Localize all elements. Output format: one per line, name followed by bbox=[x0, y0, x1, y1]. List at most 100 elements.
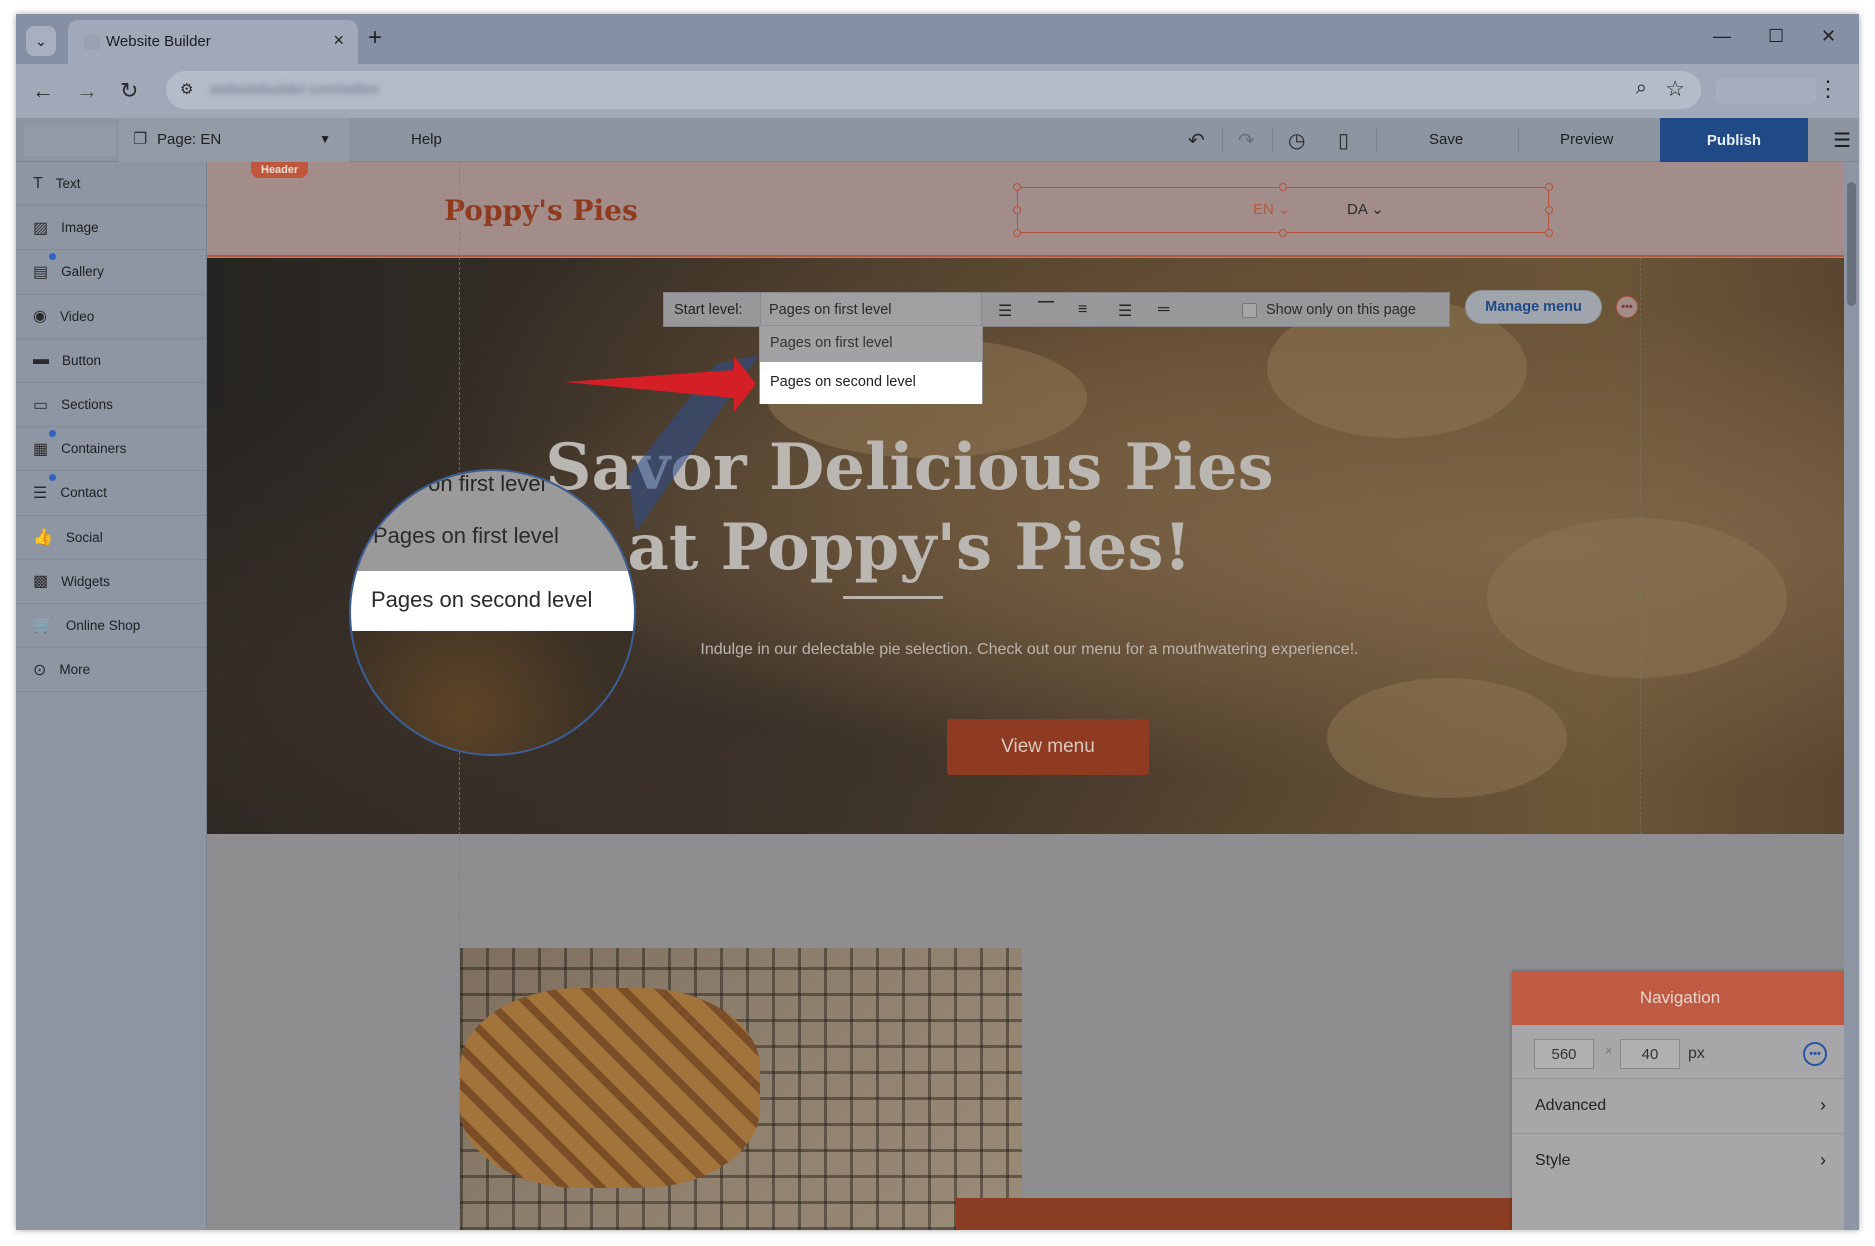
help-link[interactable]: Help bbox=[411, 131, 442, 148]
hero-title[interactable]: Savor Delicious Pies at Poppy's Pies! bbox=[537, 428, 1282, 588]
sidebar-item-text[interactable]: T Text bbox=[16, 162, 206, 207]
canvas-scrollbar[interactable] bbox=[1844, 162, 1859, 1230]
url-text: websitebuilder.com/editor bbox=[210, 81, 380, 98]
sidebar-item-containers[interactable]: ▦ Containers bbox=[16, 427, 206, 472]
sidebar-item-more[interactable]: ⊙ More bbox=[16, 648, 206, 693]
maximize-button[interactable]: ☐ bbox=[1768, 26, 1784, 47]
start-level-select[interactable]: Pages on first level bbox=[760, 293, 982, 326]
sidebar-item-label: More bbox=[59, 662, 91, 678]
height-input[interactable]: 40 bbox=[1620, 1039, 1680, 1069]
panel-more-icon[interactable]: ••• bbox=[1803, 1042, 1827, 1066]
view-menu-button[interactable]: View menu bbox=[947, 719, 1149, 775]
hero-subtitle[interactable]: Indulge in our delectable pie selection.… bbox=[687, 636, 1372, 663]
pie-crust-shape bbox=[1487, 518, 1787, 678]
show-only-checkbox[interactable] bbox=[1242, 303, 1257, 318]
sidebar-item-label: Contact bbox=[60, 485, 107, 501]
sidebar-item-image[interactable]: ▨ Image bbox=[16, 206, 206, 251]
header-badge[interactable]: Header bbox=[251, 162, 309, 178]
hero-divider bbox=[843, 596, 943, 599]
notification-dot bbox=[49, 252, 56, 260]
start-level-value: Pages on first level bbox=[769, 302, 892, 318]
resize-handle[interactable] bbox=[1013, 206, 1021, 214]
history-icon[interactable]: ◷ bbox=[1288, 128, 1305, 153]
mobile-view-icon[interactable]: ▯ bbox=[1338, 128, 1349, 153]
hamburger-menu-icon[interactable]: ☰ bbox=[1833, 128, 1851, 153]
lattice-pie-image bbox=[460, 988, 760, 1188]
sidebar-item-contact[interactable]: ☰ Contact bbox=[16, 471, 206, 516]
layout-guide-line bbox=[1640, 258, 1641, 834]
resize-handle[interactable] bbox=[1279, 183, 1287, 191]
url-field[interactable]: ⚙ websitebuilder.com/editor ⌕ ☆ bbox=[166, 71, 1701, 109]
resize-handle[interactable] bbox=[1545, 206, 1553, 214]
magnified-option-second: Pages on second level bbox=[371, 587, 593, 612]
navigation-toolbar: Start level: Pages on first level ☰ ⎺ ≡ … bbox=[663, 292, 1450, 327]
site-settings-icon[interactable]: ⚙ bbox=[180, 80, 193, 98]
sidebar-item-button[interactable]: ▬ Button bbox=[16, 339, 206, 383]
redo-icon[interactable]: ↷ bbox=[1238, 128, 1255, 153]
nav-item-da[interactable]: DA ⌄ bbox=[1347, 200, 1384, 218]
element-sidebar: T Text ▨ Image ▤ Gallery ◉ Video ▬ Button ▭ Section… bbox=[16, 162, 207, 1230]
tab-close-icon[interactable]: × bbox=[333, 30, 344, 51]
sidebar-item-widgets[interactable]: ▩ Widgets bbox=[16, 560, 206, 604]
nav-item-en[interactable]: EN ⌄ bbox=[1253, 200, 1291, 218]
sidebar-item-social[interactable]: 👍 Social bbox=[16, 516, 206, 560]
advanced-row[interactable]: Advanced › bbox=[1512, 1078, 1848, 1133]
site-header[interactable]: Header Poppy's Pies EN ⌄ DA ⌄ bbox=[207, 162, 1844, 257]
new-tab-button[interactable]: + bbox=[368, 24, 382, 52]
page-selector[interactable]: ❐ Page: EN ▼ bbox=[119, 118, 349, 162]
browser-tab[interactable]: Website Builder × bbox=[68, 20, 358, 64]
close-window-button[interactable]: ✕ bbox=[1821, 26, 1836, 47]
gallery-icon: ▤ bbox=[33, 263, 49, 281]
bookmark-star-icon[interactable]: ☆ bbox=[1665, 76, 1685, 102]
publish-button[interactable]: Publish bbox=[1660, 118, 1808, 162]
layout-horizontal-icon[interactable]: ⎺ bbox=[1038, 301, 1054, 319]
page-selector-label: Page: EN bbox=[157, 131, 222, 148]
align-left-icon[interactable]: ☰ bbox=[998, 301, 1012, 321]
notification-dot bbox=[49, 429, 56, 437]
sidebar-item-video[interactable]: ◉ Video bbox=[16, 295, 206, 339]
reload-icon[interactable]: ↻ bbox=[120, 78, 138, 104]
preview-button[interactable]: Preview bbox=[1560, 131, 1613, 148]
manage-menu-button[interactable]: Manage menu bbox=[1465, 290, 1602, 324]
toolbar-divider bbox=[1376, 128, 1377, 152]
zoom-icon[interactable]: ⌕ bbox=[1636, 77, 1647, 100]
justify-icon[interactable]: ═ bbox=[1158, 301, 1169, 319]
site-brand[interactable]: Poppy's Pies bbox=[444, 194, 638, 227]
sidebar-item-gallery[interactable]: ▤ Gallery bbox=[16, 250, 206, 295]
video-icon: ◉ bbox=[33, 308, 47, 326]
style-row[interactable]: Style › bbox=[1512, 1133, 1848, 1188]
toolbar-divider bbox=[1222, 128, 1223, 152]
save-button[interactable]: Save bbox=[1429, 131, 1463, 148]
social-icon: 👍 bbox=[33, 529, 53, 547]
align-center-icon[interactable]: ≡ bbox=[1078, 301, 1087, 319]
browser-menu-icon[interactable]: ⋮ bbox=[1817, 76, 1839, 102]
profile-area[interactable] bbox=[1716, 78, 1816, 104]
panel-title: Navigation bbox=[1512, 971, 1848, 1025]
scrollbar-thumb[interactable] bbox=[1847, 182, 1856, 306]
magnified-option-first: Pages on first level bbox=[373, 523, 559, 548]
containers-icon: ▦ bbox=[33, 440, 49, 458]
button-icon: ▬ bbox=[33, 351, 49, 369]
sidebar-item-label: Containers bbox=[61, 441, 127, 457]
sidebar-item-sections[interactable]: ▭ Sections bbox=[16, 383, 206, 428]
tab-list-button[interactable]: ⌄ bbox=[26, 26, 56, 56]
resize-handle[interactable] bbox=[1545, 183, 1553, 191]
resize-handle[interactable] bbox=[1013, 229, 1021, 237]
option-pages-first-level[interactable]: Pages on first level bbox=[760, 326, 982, 362]
resize-handle[interactable] bbox=[1545, 229, 1553, 237]
resize-handle[interactable] bbox=[1013, 183, 1021, 191]
forward-arrow-icon[interactable]: → bbox=[76, 78, 98, 104]
more-options-icon[interactable]: ••• bbox=[1616, 296, 1638, 318]
resize-handle[interactable] bbox=[1279, 229, 1287, 237]
text-icon: T bbox=[33, 174, 43, 192]
cart-icon: 🛒 bbox=[33, 617, 53, 635]
width-input[interactable]: 560 bbox=[1534, 1039, 1594, 1069]
back-arrow-icon[interactable]: ← bbox=[32, 78, 54, 104]
minimize-button[interactable]: — bbox=[1713, 26, 1731, 47]
sidebar-item-online-shop[interactable]: 🛒 Online Shop bbox=[16, 604, 206, 649]
option-pages-second-level[interactable]: Pages on second level bbox=[760, 362, 982, 404]
undo-icon[interactable]: ↶ bbox=[1188, 128, 1205, 153]
align-right-icon[interactable]: ☰ bbox=[1118, 301, 1132, 321]
pie-photo[interactable] bbox=[460, 948, 1022, 1230]
editor-toolbar: ❐ Page: EN ▼ Help ↶ ↷ ◷ ▯ Save Preview P… bbox=[16, 118, 1859, 162]
